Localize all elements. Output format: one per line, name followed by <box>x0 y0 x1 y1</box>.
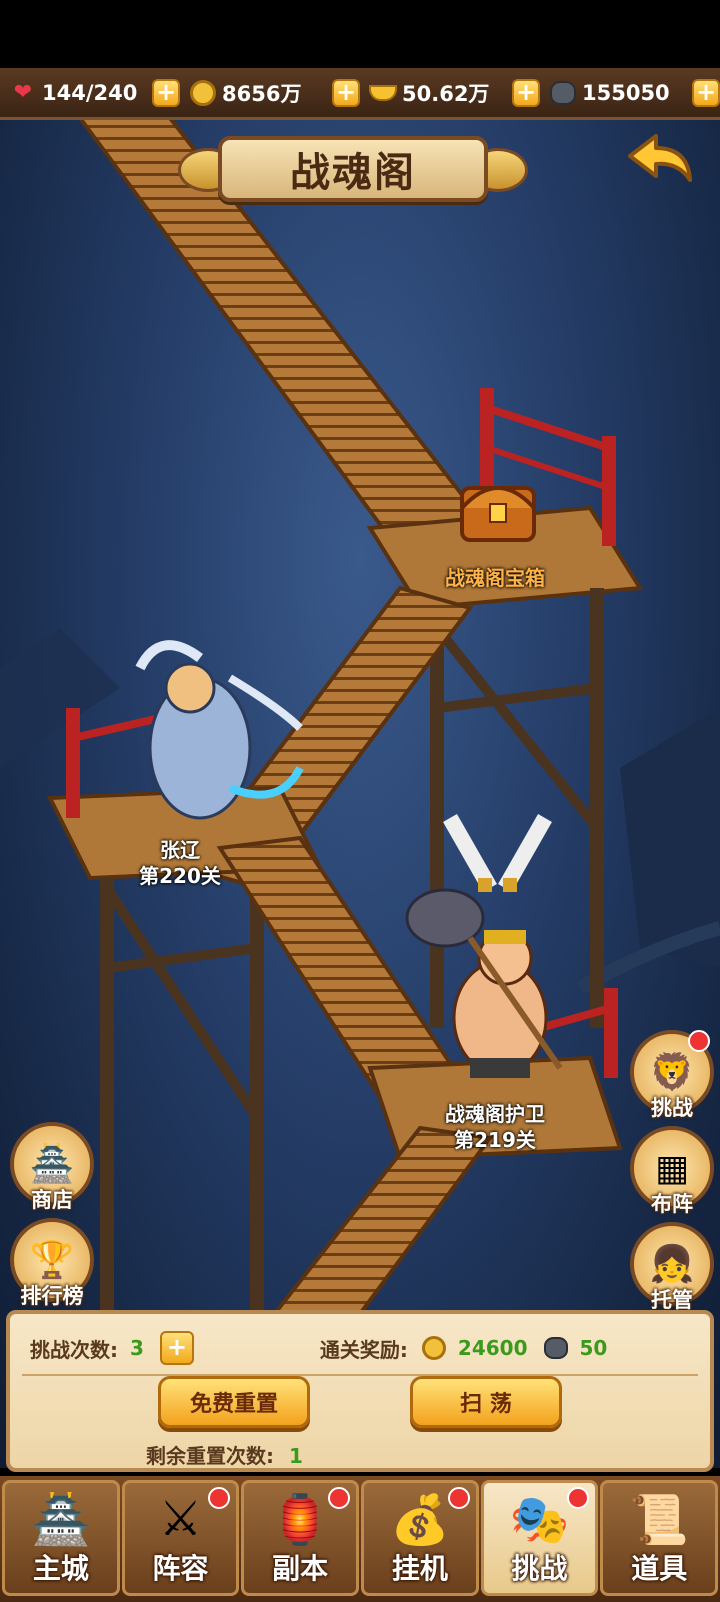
treasure-chest-button[interactable] <box>455 480 545 550</box>
stage-name-zhangliao: 张辽 <box>160 838 200 862</box>
add-stamina-button[interactable]: + <box>152 78 180 107</box>
coin-icon <box>188 78 218 108</box>
add-coin-button[interactable]: + <box>332 78 360 107</box>
remaining-reset-label: 剩余重置次数: <box>146 1444 274 1468</box>
main-city-icon: 🏯 <box>30 1492 91 1548</box>
ore-icon <box>548 78 578 108</box>
nav-main-city-label: 主城 <box>32 1552 89 1585</box>
challenge-icon: 🦁 <box>649 1052 695 1093</box>
ingot-value: 50.62万 <box>402 81 490 106</box>
nav-main-city[interactable]: 🏯 主城 <box>2 1480 120 1596</box>
lineup-notification-dot <box>208 1487 231 1509</box>
stage-zhangliao-button[interactable] <box>120 660 310 830</box>
back-arrow-icon <box>628 134 692 182</box>
bottom-navigation: 🏯 主城 ⚔ 阵容 🏮 副本 💰 挂机 🎭 挑战 📜 道具 <box>0 1476 720 1602</box>
wooden-stairs-illustration <box>0 116 720 1378</box>
page-title: 战魂阁 <box>290 150 416 196</box>
ranking-icon: 🏆 <box>29 1240 75 1281</box>
challenge-tab-notification-dot <box>567 1487 590 1509</box>
stage-level-guard: 第219关 <box>454 1128 536 1152</box>
coin-value: 8656万 <box>222 81 302 106</box>
heart-icon: ❤ <box>13 80 33 105</box>
nav-items[interactable]: 📜 道具 <box>600 1480 719 1596</box>
formation-label: 布阵 <box>651 1192 693 1216</box>
shop-icon: 🏯 <box>29 1144 75 1185</box>
nav-lineup-label: 阵容 <box>152 1552 209 1585</box>
add-challenge-button[interactable]: + <box>159 1331 194 1365</box>
challenge-notification-dot <box>688 1030 710 1052</box>
reward-ore-value: 50 <box>579 1336 608 1360</box>
resource-ingot: 50.62万 + <box>368 73 540 113</box>
coin-icon <box>421 1336 446 1360</box>
back-button[interactable] <box>622 130 698 190</box>
challenge-count-value: 3 <box>130 1336 144 1360</box>
ranking-label: 排行榜 <box>20 1284 84 1308</box>
ore-value: 155050 <box>582 80 670 105</box>
sweep-button[interactable]: 扫 荡 <box>410 1376 562 1428</box>
challenge-tab-icon: 🎭 <box>509 1492 570 1548</box>
shop-label: 商店 <box>31 1188 73 1212</box>
remaining-reset-row: 剩余重置次数: 1 <box>146 1440 303 1469</box>
title-banner: 战魂阁 <box>178 130 528 208</box>
nav-items-label: 道具 <box>631 1552 688 1585</box>
challenge-panel: 挑战次数: 3 + 通关奖励: 24600 50 免费重置 扫 荡 剩余重置次数… <box>6 1310 714 1472</box>
remaining-reset-value: 1 <box>288 1444 303 1468</box>
nav-dungeon[interactable]: 🏮 副本 <box>241 1480 360 1596</box>
challenge-side-label: 挑战 <box>651 1096 693 1120</box>
resource-coin: 8656万 + <box>188 73 360 113</box>
nav-idle-label: 挂机 <box>391 1552 448 1585</box>
nav-challenge[interactable]: 🎭 挑战 <box>480 1480 599 1596</box>
tower-scene <box>0 68 720 1468</box>
add-ingot-button[interactable]: + <box>512 78 540 107</box>
crossed-swords-icon <box>443 814 552 892</box>
items-icon: 📜 <box>629 1492 690 1548</box>
status-bar <box>0 0 720 68</box>
stage-guard-button[interactable] <box>400 900 570 1090</box>
nav-idle[interactable]: 💰 挂机 <box>361 1480 479 1596</box>
resource-bar: ❤ 144/240 + 8656万 + 50.62万 + 155050 + <box>0 68 720 120</box>
resource-ore: 155050 + <box>548 73 720 113</box>
nav-challenge-label: 挑战 <box>511 1552 568 1585</box>
chest-label[interactable]: 战魂阁宝箱 <box>420 562 570 591</box>
reward-label: 通关奖励: <box>319 1337 408 1362</box>
reward-coin-value: 24600 <box>457 1336 528 1360</box>
panel-divider <box>22 1374 698 1376</box>
resource-stamina: ❤ 144/240 + <box>8 73 180 113</box>
ore-icon <box>543 1337 568 1359</box>
stamina-value: 144/240 <box>42 80 138 105</box>
dungeon-notification-dot <box>328 1487 351 1509</box>
add-ore-button[interactable]: + <box>692 78 720 107</box>
challenge-count-label: 挑战次数: <box>30 1337 118 1362</box>
auto-icon: 👧 <box>649 1244 695 1285</box>
idle-notification-dot <box>447 1487 470 1509</box>
free-reset-button[interactable]: 免费重置 <box>158 1376 310 1428</box>
gold-ingot-icon <box>368 78 398 108</box>
lineup-icon: ⚔ <box>158 1491 203 1547</box>
stage-level-zhangliao: 第220关 <box>139 864 221 888</box>
formation-icon: ▦ <box>654 1147 689 1189</box>
title-plate: 战魂阁 <box>218 136 488 202</box>
stage-name-guard: 战魂阁护卫 <box>445 1102 545 1126</box>
dungeon-icon: 🏮 <box>270 1492 331 1548</box>
nav-lineup[interactable]: ⚔ 阵容 <box>121 1480 240 1596</box>
panel-info-row: 挑战次数: 3 + 通关奖励: 24600 50 <box>30 1328 700 1368</box>
nav-dungeon-label: 副本 <box>272 1552 329 1585</box>
idle-icon: 💰 <box>389 1492 450 1548</box>
